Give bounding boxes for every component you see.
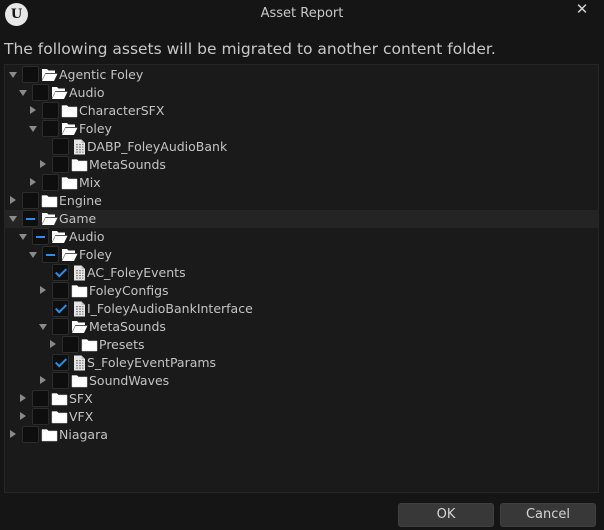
tree-row[interactable]: SFX xyxy=(5,390,598,408)
expand-arrow-icon[interactable] xyxy=(27,177,39,189)
tree-row-checkbox[interactable] xyxy=(32,390,49,407)
expand-arrow-icon[interactable] xyxy=(37,159,49,171)
tree-row-checkbox[interactable] xyxy=(42,246,59,263)
tree-row-checkbox[interactable] xyxy=(52,264,69,281)
close-icon[interactable]: ✕ xyxy=(570,0,594,20)
tree-row-checkbox[interactable] xyxy=(42,120,59,137)
tree-row-checkbox[interactable] xyxy=(52,156,69,173)
expand-arrow-icon[interactable] xyxy=(17,411,29,423)
tree-row-label: Engine xyxy=(59,193,102,208)
title-bar: U Asset Report ✕ xyxy=(0,0,604,30)
tree-row-label: DABP_FoleyAudioBank xyxy=(87,139,228,154)
tree-row[interactable]: CharacterSFX xyxy=(5,102,598,120)
tree-row-label: Game xyxy=(59,211,97,226)
tree-row-checkbox[interactable] xyxy=(52,282,69,299)
tree-row-label: FoleyConfigs xyxy=(89,283,169,298)
tree-row-checkbox[interactable] xyxy=(52,318,69,335)
ok-button[interactable]: OK xyxy=(398,503,494,527)
collapse-arrow-icon[interactable] xyxy=(37,321,49,333)
expand-arrow-icon[interactable] xyxy=(37,285,49,297)
tree-row[interactable]: MetaSounds xyxy=(5,156,598,174)
tree-row-label: Audio xyxy=(69,85,105,100)
collapse-arrow-icon[interactable] xyxy=(17,87,29,99)
tree-row-label: S_FoleyEventParams xyxy=(87,355,217,370)
tree-row[interactable]: SoundWaves xyxy=(5,372,598,390)
tree-row-label: Agentic Foley xyxy=(59,67,144,82)
tree-row-checkbox[interactable] xyxy=(52,300,69,317)
tree-row-label: SFX xyxy=(69,391,93,406)
tree-row[interactable]: Engine xyxy=(5,192,598,210)
tree-row-label: VFX xyxy=(69,409,94,424)
tree-row[interactable]: I_FoleyAudioBankInterface xyxy=(5,300,598,318)
tree-row[interactable]: Niagara xyxy=(5,426,598,444)
expand-arrow-icon[interactable] xyxy=(27,105,39,117)
tree-row-checkbox[interactable] xyxy=(22,426,39,443)
tree-row-label: MetaSounds xyxy=(89,319,166,334)
tree-row[interactable]: Audio xyxy=(5,84,598,102)
expand-arrow-icon[interactable] xyxy=(37,375,49,387)
tree-row-label: MetaSounds xyxy=(89,157,166,172)
tree-row-checkbox[interactable] xyxy=(32,408,49,425)
tree-row[interactable]: S_FoleyEventParams xyxy=(5,354,598,372)
tree-row[interactable]: Agentic Foley xyxy=(5,66,598,84)
folder-icon xyxy=(41,427,58,446)
collapse-arrow-icon[interactable] xyxy=(27,123,39,135)
asset-tree[interactable]: Agentic Foley Audio CharacterSFX Foley DABP_… xyxy=(4,64,599,493)
collapse-arrow-icon[interactable] xyxy=(7,69,19,81)
tree-row-label: Foley xyxy=(79,247,112,262)
tree-row-checkbox[interactable] xyxy=(22,210,39,227)
tree-row-checkbox[interactable] xyxy=(32,228,49,245)
tree-row-label: Mix xyxy=(79,175,101,190)
expand-arrow-icon[interactable] xyxy=(47,339,59,351)
collapse-arrow-icon[interactable] xyxy=(17,231,29,243)
tree-row-label: Niagara xyxy=(59,427,108,442)
expand-arrow-icon[interactable] xyxy=(7,429,19,441)
tree-row-checkbox[interactable] xyxy=(52,354,69,371)
cancel-button[interactable]: Cancel xyxy=(500,503,596,527)
tree-row-label: Foley xyxy=(79,121,112,136)
tree-row[interactable]: Mix xyxy=(5,174,598,192)
tree-row-checkbox[interactable] xyxy=(52,138,69,155)
tree-row-checkbox[interactable] xyxy=(32,84,49,101)
tree-row-checkbox[interactable] xyxy=(42,174,59,191)
tree-row[interactable]: FoleyConfigs xyxy=(5,282,598,300)
tree-row[interactable]: DABP_FoleyAudioBank xyxy=(5,138,598,156)
tree-row-checkbox[interactable] xyxy=(22,66,39,83)
tree-row[interactable]: Foley xyxy=(5,246,598,264)
tree-row-checkbox[interactable] xyxy=(62,336,79,353)
tree-row-label: Audio xyxy=(69,229,105,244)
collapse-arrow-icon[interactable] xyxy=(27,249,39,261)
expand-arrow-icon[interactable] xyxy=(7,195,19,207)
tree-row-label: SoundWaves xyxy=(89,373,170,388)
tree-row-label: AC_FoleyEvents xyxy=(87,265,186,280)
tree-row[interactable]: VFX xyxy=(5,408,598,426)
tree-row-label: CharacterSFX xyxy=(79,103,165,118)
tree-row[interactable]: Foley xyxy=(5,120,598,138)
window-title: Asset Report xyxy=(260,6,344,21)
report-heading: The following assets will be migrated to… xyxy=(4,40,496,58)
tree-row-label: I_FoleyAudioBankInterface xyxy=(87,301,253,316)
tree-row[interactable]: Audio xyxy=(5,228,598,246)
tree-row-checkbox[interactable] xyxy=(22,192,39,209)
tree-row[interactable]: MetaSounds xyxy=(5,318,598,336)
collapse-arrow-icon[interactable] xyxy=(7,213,19,225)
tree-row[interactable]: Game xyxy=(5,210,598,228)
tree-row-label: Presets xyxy=(99,337,145,352)
expand-arrow-icon[interactable] xyxy=(17,393,29,405)
tree-row[interactable]: Presets xyxy=(5,336,598,354)
tree-row-checkbox[interactable] xyxy=(52,372,69,389)
tree-row[interactable]: AC_FoleyEvents xyxy=(5,264,598,282)
tree-row-checkbox[interactable] xyxy=(42,102,59,119)
